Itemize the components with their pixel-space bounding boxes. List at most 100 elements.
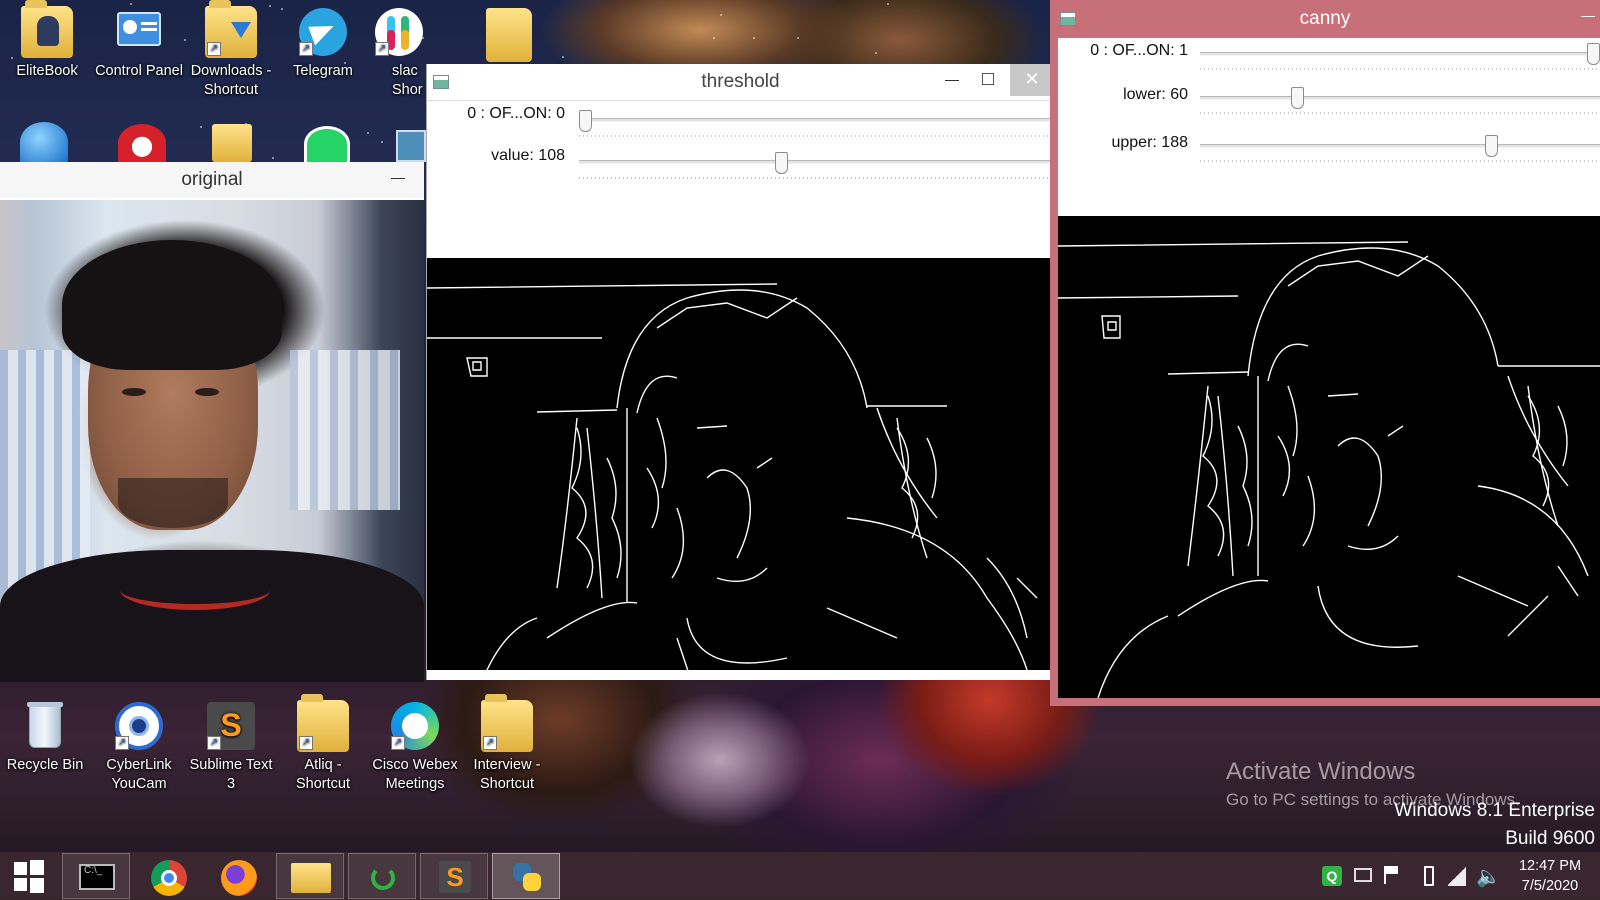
downloads-folder-icon: ↗ (205, 0, 257, 58)
volume-tray-icon[interactable]: 🔈 (1476, 864, 1501, 889)
taskbar-chrome[interactable] (134, 853, 202, 899)
elitebook-folder-icon (21, 0, 73, 58)
trackbar-panel: 0 : OF...ON: 0 value: 108 (427, 100, 1055, 258)
trackbar-groove (579, 160, 1055, 164)
edge-drawing (1058, 241, 1600, 698)
whatsapp-icon[interactable] (304, 126, 350, 162)
trackbar-switch[interactable]: 0 : OF...ON: 1 (1058, 42, 1600, 82)
threshold-titlebar[interactable]: threshold — □ ✕ (427, 64, 1054, 100)
ccleaner-icon[interactable] (118, 124, 166, 162)
star (875, 52, 877, 54)
trackbar-label: lower: 60 (1123, 86, 1188, 103)
threshold-edge-image (427, 258, 1055, 670)
folder-icon[interactable] (212, 124, 252, 162)
minimize-button[interactable]: — (380, 162, 416, 194)
flag-tray-icon[interactable] (1384, 866, 1400, 884)
window-app-icon (433, 75, 449, 89)
close-button[interactable]: ✕ (1010, 64, 1054, 96)
trackbar-ticks (1200, 112, 1600, 114)
trackbar-label: 0 : OF...ON: 0 (467, 105, 565, 122)
star (753, 37, 755, 39)
desktop-icon-elitebook[interactable]: EliteBook (2, 0, 92, 81)
original-window[interactable]: original — (0, 162, 424, 682)
trackbar-value[interactable]: value: 108 (427, 147, 1055, 187)
desktop-icon-telegram[interactable]: ↗ Telegram (278, 6, 368, 81)
window-app-icon (1060, 12, 1076, 26)
desktop-icon-slack[interactable]: ↗ slac Shor (370, 6, 428, 100)
original-titlebar[interactable]: original — (0, 162, 424, 198)
trackbar-thumb[interactable] (1485, 135, 1499, 157)
battery-tray-icon[interactable] (1424, 866, 1434, 886)
star (130, 3, 132, 5)
trackbar-ticks (1200, 160, 1600, 162)
window-title: canny (1299, 8, 1351, 29)
curtain (290, 350, 400, 510)
monitor-icon[interactable] (396, 130, 426, 162)
control-panel-icon (113, 6, 165, 58)
desktop-icon-label: CyberLink YouCam (106, 757, 172, 792)
interview-folder-icon: ↗ (481, 694, 533, 752)
desktop-icon-recycle-bin[interactable]: Recycle Bin (0, 700, 90, 775)
trackbar-label: upper: 188 (1111, 134, 1188, 151)
trackbar-switch[interactable]: 0 : OF...ON: 0 (427, 105, 1055, 145)
minimize-button[interactable]: — (934, 64, 970, 96)
sublime-text-icon: S ↗ (205, 700, 257, 752)
recycle-bin-icon (19, 700, 71, 752)
windows-build-label: Build 9600 (1505, 828, 1595, 849)
star (887, 3, 889, 5)
desktop-icon-label: Atliq - Shortcut (296, 757, 350, 792)
slack-icon: ↗ (373, 6, 425, 58)
taskbar-command-prompt[interactable]: C:\_ (62, 853, 130, 899)
trackbar-lower[interactable]: lower: 60 (1058, 86, 1600, 126)
taskbar-firefox[interactable] (204, 853, 272, 899)
star (367, 132, 369, 134)
person-beard (118, 478, 228, 528)
slack-folder-icon[interactable] (486, 8, 532, 62)
trackbar-thumb[interactable] (579, 110, 592, 132)
canny-titlebar[interactable]: canny — (1050, 0, 1600, 38)
desktop-icon-webex[interactable]: ↗ Cisco Webex Meetings (370, 700, 460, 794)
minimize-button[interactable]: — (1570, 0, 1600, 32)
trackbar-groove (1200, 96, 1600, 100)
command-prompt-icon: C:\_ (79, 864, 115, 890)
desktop-icon-youcam[interactable]: ↗ CyberLink YouCam (94, 700, 184, 794)
desktop-icon-downloads[interactable]: ↗ Downloads - Shortcut (186, 0, 276, 100)
desktop-icon-label: Downloads - Shortcut (190, 63, 272, 98)
clock[interactable]: 12:47 PM 7/5/2020 (1500, 856, 1600, 896)
desktop-icon-label: Control Panel (95, 63, 183, 79)
taskbar-file-explorer[interactable] (276, 853, 344, 899)
taskbar-refresh-app[interactable] (348, 853, 416, 899)
canny-edge-image (1058, 216, 1600, 698)
trackbar-thumb[interactable] (1291, 87, 1305, 109)
internet-explorer-icon[interactable] (20, 122, 68, 162)
clock-date: 7/5/2020 (1521, 878, 1579, 894)
desktop-icon-interview[interactable]: ↗ Interview - Shortcut (462, 694, 552, 794)
trackbar-thumb[interactable] (775, 152, 789, 174)
atliq-folder-icon: ↗ (297, 694, 349, 752)
signal-tray-icon[interactable] (1448, 866, 1466, 886)
windows-edition-label: Windows 8.1 Enterprise (1394, 800, 1595, 821)
activate-windows-title: Activate Windows (1226, 758, 1416, 785)
desktop-icon-control-panel[interactable]: Control Panel (94, 6, 184, 81)
person-eye (195, 388, 219, 396)
qq-tray-icon[interactable]: Q (1322, 866, 1342, 886)
trackbar-thumb[interactable] (1587, 43, 1600, 65)
windows-start-icon[interactable] (14, 860, 44, 893)
taskbar: C:\_ S Q 🔈 12:47 PM 7/5/2020 (0, 852, 1600, 900)
trackbar-groove (1200, 52, 1600, 56)
taskbar-sublime[interactable]: S (420, 853, 488, 899)
chrome-icon (151, 860, 187, 896)
maximize-button[interactable]: □ (970, 64, 1006, 96)
desktop-icon-sublime[interactable]: S ↗ Sublime Text 3 (186, 700, 276, 794)
star (713, 37, 715, 39)
taskbar-python[interactable] (492, 853, 560, 899)
desktop-icon-atliq[interactable]: ↗ Atliq - Shortcut (278, 694, 368, 794)
trackbar-ticks (579, 177, 1055, 179)
trackbar-upper[interactable]: upper: 188 (1058, 134, 1600, 174)
threshold-window[interactable]: threshold — □ ✕ 0 : OF...ON: 0 value: 10… (426, 64, 1055, 680)
star (381, 141, 383, 143)
network-tray-icon[interactable] (1354, 868, 1372, 882)
firefox-icon (221, 860, 257, 896)
desktop-icon-label: EliteBook (16, 63, 78, 79)
canny-window[interactable]: canny — 0 : OF...ON: 1 lower: 60 upper: … (1050, 0, 1600, 706)
